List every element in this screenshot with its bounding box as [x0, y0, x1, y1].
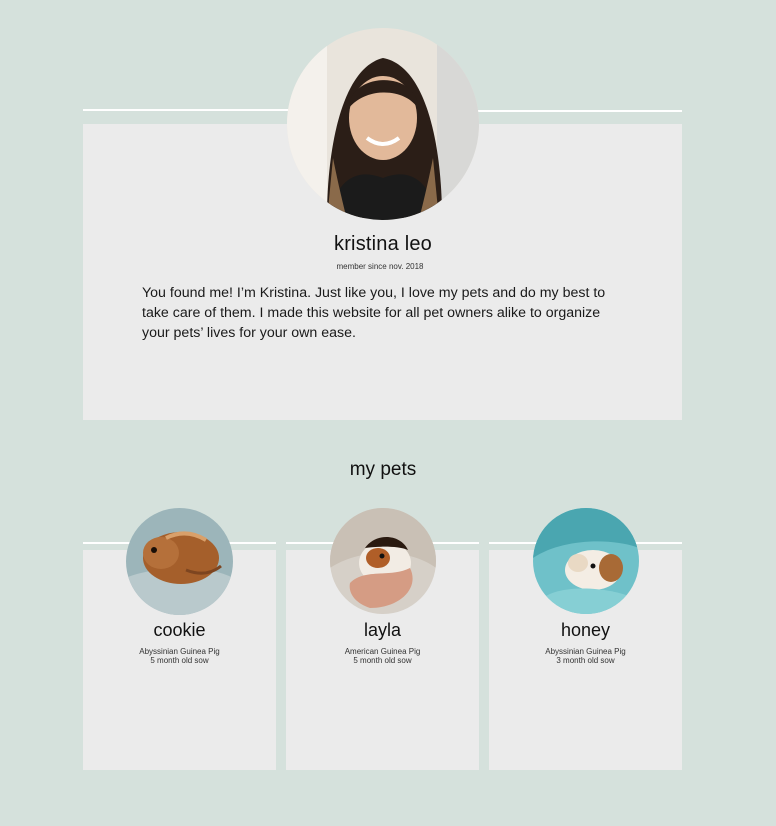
profile-avatar — [287, 28, 479, 220]
profile-bio: You found me! I’m Kristina. Just like yo… — [142, 285, 606, 341]
member-since: member since nov. 2018 — [336, 262, 424, 271]
pet-avatar-layla[interactable] — [330, 508, 436, 614]
pet-name: cookie — [153, 620, 206, 640]
pet-breed: Abyssinian Guinea Pig — [139, 647, 220, 656]
profile-divider-left — [83, 109, 293, 111]
pet-name: layla — [363, 620, 402, 640]
pet-age: 5 month old sow — [353, 656, 412, 665]
my-pets-title: my pets — [349, 459, 417, 480]
pet-age: 3 month old sow — [556, 656, 615, 665]
pet-avatar-honey[interactable] — [533, 508, 639, 614]
pet-age: 5 month old sow — [150, 656, 209, 665]
pet-avatar-cookie[interactable] — [126, 508, 233, 615]
profile-divider-right — [472, 110, 682, 112]
pet-breed: American Guinea Pig — [344, 647, 421, 656]
pet-name: honey — [560, 620, 611, 640]
profile-name: kristina leo — [334, 233, 432, 255]
pet-breed: Abyssinian Guinea Pig — [545, 647, 626, 656]
